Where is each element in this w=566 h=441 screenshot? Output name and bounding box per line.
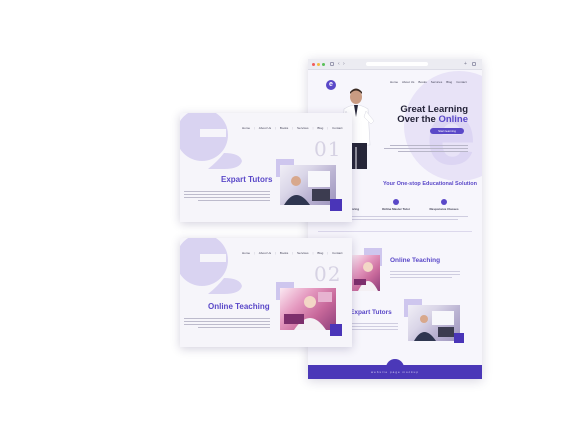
expart-tutors-photo [408, 305, 460, 341]
nav-blog[interactable]: Blog [317, 126, 323, 130]
feature-responsive-classes[interactable]: Responsive Classes [422, 199, 466, 211]
nav-services[interactable]: Services [431, 80, 443, 84]
nav-about[interactable]: About Us [259, 251, 271, 255]
nav-about[interactable]: About Us [259, 126, 271, 130]
card-nav: Home | About Us | Books | Services | Blog | C… [242, 126, 343, 130]
close-window-dot[interactable] [312, 63, 315, 66]
feature-master-tutor[interactable]: Online Master Tutor [374, 199, 418, 211]
nav-contact[interactable]: Contact [332, 126, 342, 130]
e-logo-watermark [180, 238, 242, 294]
tutor-icon [393, 199, 399, 205]
nav-books[interactable]: Books [418, 80, 426, 84]
slide-description-lines [184, 189, 270, 203]
add-tab-icon[interactable]: + [464, 61, 467, 67]
decor-square [330, 324, 342, 336]
maximize-window-dot[interactable] [322, 63, 325, 66]
nav-home[interactable]: Home [242, 251, 250, 255]
expart-tutors-title: Expart Tutors [350, 309, 392, 316]
slide-card-online-teaching[interactable]: Home | About Us | Books | Services | Blog | C… [180, 238, 352, 347]
feature-label: Online Master Tutor [381, 207, 411, 211]
forward-arrow-icon[interactable]: › [343, 61, 345, 67]
nav-home[interactable]: Home [390, 80, 398, 84]
nav-blog[interactable]: Blog [317, 251, 323, 255]
nav-services[interactable]: Services [297, 126, 309, 130]
section-divider [318, 231, 472, 232]
address-bar[interactable] [366, 62, 428, 66]
slide-number: 01 [314, 137, 342, 161]
section-title: Your One-stop Educational Solution [383, 181, 478, 187]
hero-title-prefix: Over the [397, 114, 439, 125]
footer-text: website page mockup [308, 365, 482, 379]
expart-tutors-photo [280, 165, 336, 205]
e-logo-icon[interactable]: e [326, 80, 336, 90]
slide-description-lines [184, 316, 270, 330]
hero-title-line2: Over the Online [382, 115, 468, 125]
tabs-icon[interactable] [330, 62, 334, 66]
nav-services[interactable]: Services [297, 251, 309, 255]
nav-home[interactable]: Home [242, 126, 250, 130]
start-learning-button[interactable]: Start learning [430, 128, 464, 134]
online-teaching-photo [280, 288, 336, 330]
class-icon [441, 199, 447, 205]
slide-number: 02 [314, 262, 342, 286]
nav-blog[interactable]: Blog [446, 80, 452, 84]
hero-title-accent: Online [438, 114, 468, 125]
minimize-window-dot[interactable] [317, 63, 320, 66]
online-teaching-title: Online Teaching [390, 257, 441, 264]
back-arrow-icon[interactable]: ‹ [338, 61, 340, 67]
hero-title: Great Learning Over the Online [382, 105, 468, 125]
nav-about[interactable]: About Us [402, 80, 414, 84]
card-nav: Home | About Us | Books | Services | Blog | C… [242, 251, 343, 255]
feature-label: Responsive Classes [429, 207, 459, 211]
nav-books[interactable]: Books [280, 251, 288, 255]
nav-contact[interactable]: Contact [456, 80, 466, 84]
nav-books[interactable]: Books [280, 126, 288, 130]
online-teaching-lines [390, 269, 460, 280]
slide-title: Online Teaching [208, 302, 270, 311]
slide-card-expart-tutors[interactable]: Home | About Us | Books | Services | Blog | C… [180, 113, 352, 222]
decor-square [454, 333, 464, 343]
site-nav: Home About Us Books Services Blog Contac… [390, 80, 467, 84]
hero-background-letter: e [426, 84, 477, 184]
e-logo-watermark [180, 113, 242, 169]
slide-title: Expart Tutors [221, 175, 273, 184]
nav-contact[interactable]: Contact [332, 251, 342, 255]
hero-description-lines [380, 143, 468, 154]
decor-square [330, 199, 342, 211]
online-teaching-photo [352, 255, 380, 291]
share-icon[interactable] [472, 62, 476, 66]
